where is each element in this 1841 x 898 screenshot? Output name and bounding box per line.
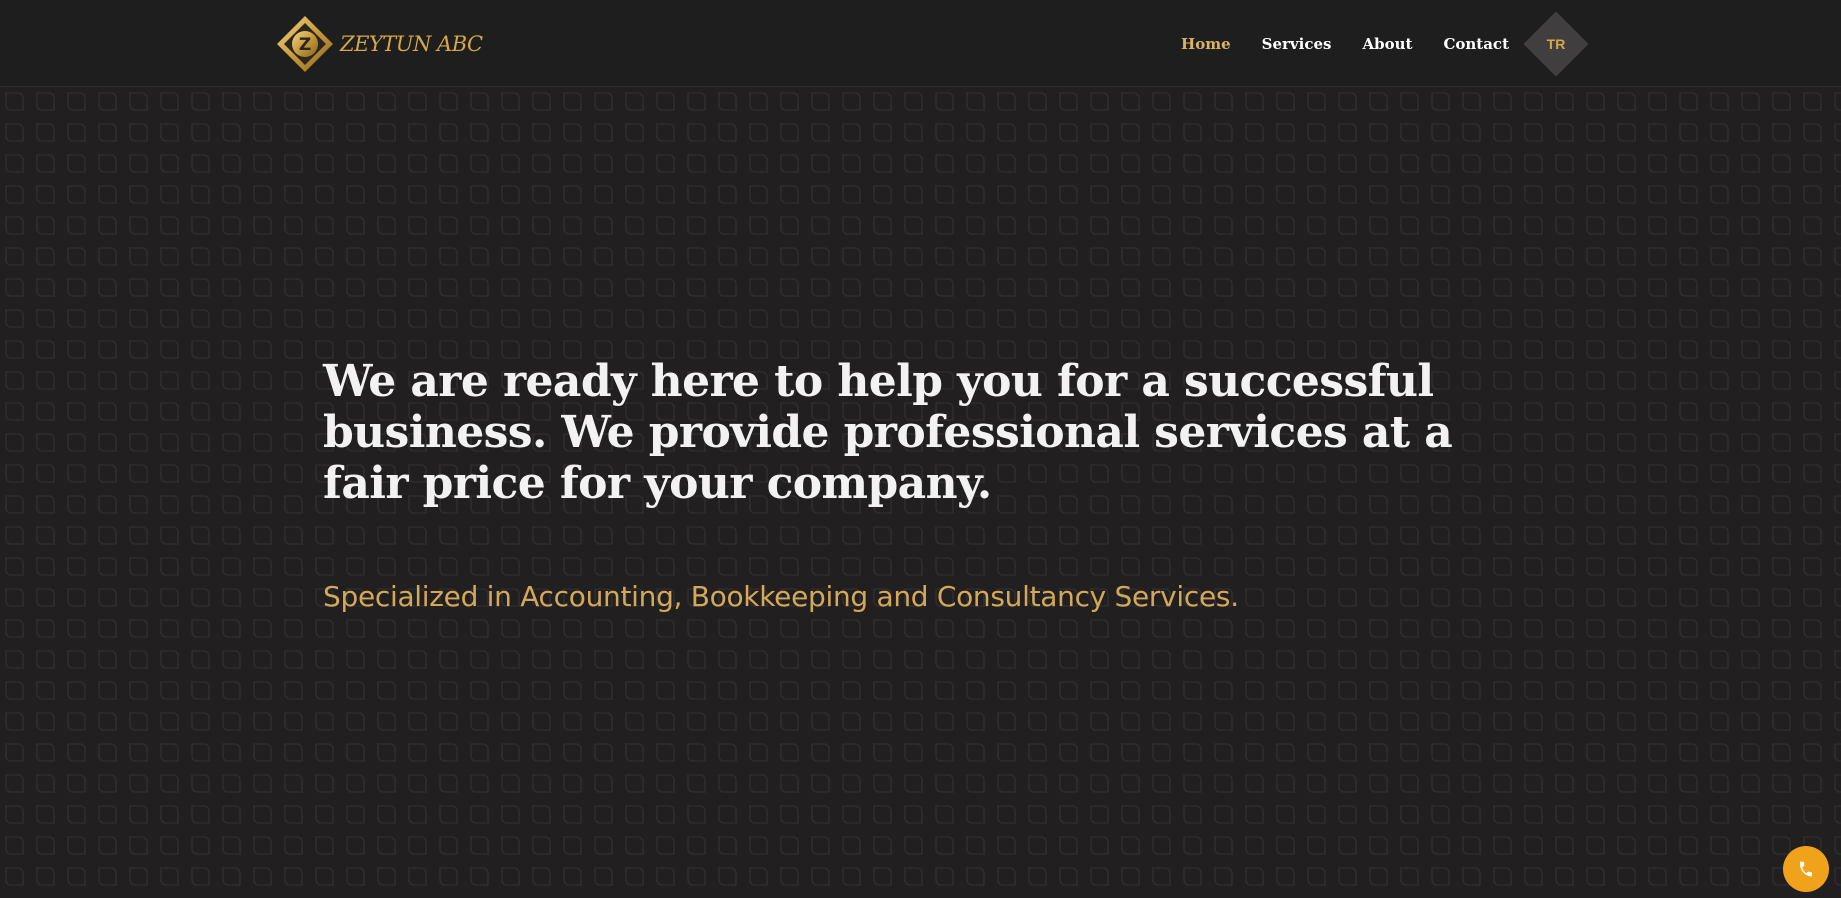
call-button[interactable] bbox=[1783, 846, 1829, 892]
nav-about[interactable]: About bbox=[1362, 35, 1412, 53]
language-label: TR bbox=[1546, 36, 1566, 52]
hero-section: We are ready here to help you for a succ… bbox=[323, 356, 1543, 613]
hero-title: We are ready here to help you for a succ… bbox=[323, 356, 1453, 509]
logo-letter: Z bbox=[299, 35, 311, 55]
site-header: Z ZEYTUN ABC Home Services About Contact… bbox=[0, 0, 1841, 87]
nav-services[interactable]: Services bbox=[1262, 35, 1332, 53]
logo-wordmark: ZEYTUN ABC bbox=[340, 31, 483, 56]
main-nav: Home Services About Contact bbox=[1150, 0, 1509, 87]
phone-icon bbox=[1800, 861, 1813, 877]
nav-home[interactable]: Home bbox=[1181, 35, 1231, 53]
language-switch[interactable]: TR bbox=[1523, 11, 1589, 77]
nav-contact[interactable]: Contact bbox=[1443, 35, 1509, 53]
hero-subtitle: Specialized in Accounting, Bookkeeping a… bbox=[323, 580, 1239, 613]
logo[interactable]: Z ZEYTUN ABC bbox=[274, 14, 483, 74]
logo-diamond-icon: Z bbox=[277, 16, 333, 72]
